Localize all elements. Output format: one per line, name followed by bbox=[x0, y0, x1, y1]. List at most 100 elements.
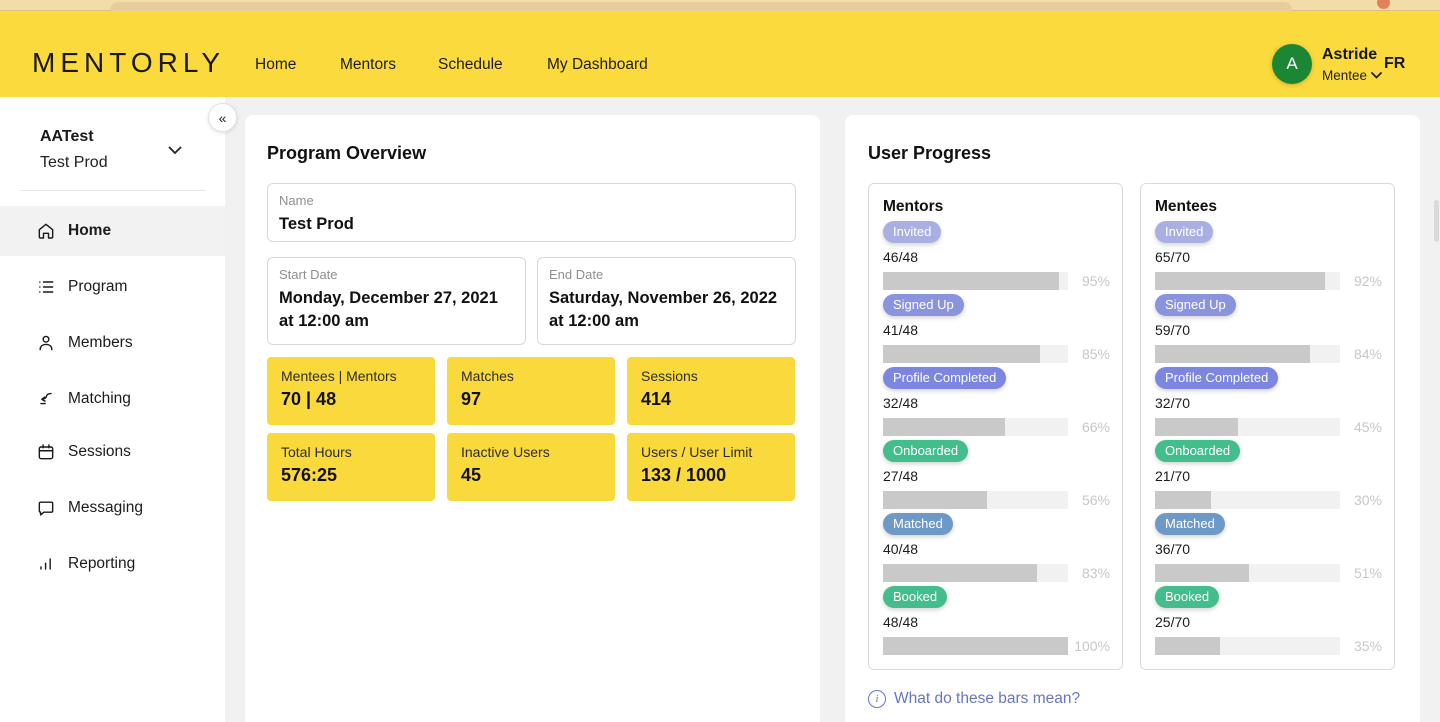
progress-bar-track bbox=[883, 272, 1068, 290]
progress-stage-profile-completed: Profile Completed 32/70 45% bbox=[1155, 367, 1382, 440]
stage-badge: Onboarded bbox=[1155, 440, 1240, 462]
sidebar-item-label: Program bbox=[68, 278, 127, 296]
stage-count: 21/70 bbox=[1155, 468, 1382, 484]
stage-percent: 35% bbox=[1354, 638, 1382, 654]
stage-count: 32/70 bbox=[1155, 395, 1382, 411]
stage-count: 46/48 bbox=[883, 249, 1110, 265]
bars-help-link[interactable]: i What do these bars mean? bbox=[868, 690, 1080, 708]
stat-inactive-users: Inactive Users 45 bbox=[447, 433, 615, 501]
stage-count: 41/48 bbox=[883, 322, 1110, 338]
stat-value: 133 / 1000 bbox=[641, 465, 781, 486]
stat-label: Mentees | Mentors bbox=[281, 368, 421, 384]
vertical-scrollbar-thumb[interactable] bbox=[1434, 200, 1439, 242]
sidebar-item-label: Reporting bbox=[68, 555, 135, 573]
info-icon: i bbox=[868, 690, 886, 708]
progress-bar-fill bbox=[883, 418, 1005, 436]
messaging-chat-icon bbox=[36, 498, 56, 518]
field-value: Test Prod bbox=[279, 213, 785, 236]
mentors-progress-group: Mentors Invited 46/48 95% Signed Up 41/4… bbox=[868, 183, 1123, 670]
stage-count: 36/70 bbox=[1155, 541, 1382, 557]
browser-favicon bbox=[1377, 0, 1390, 9]
progress-bar-fill bbox=[883, 272, 1059, 290]
sidebar-item-label: Home bbox=[68, 222, 111, 240]
stage-count: 32/48 bbox=[883, 395, 1110, 411]
matching-arrow-icon bbox=[36, 389, 56, 409]
progress-stage-onboarded: Onboarded 21/70 30% bbox=[1155, 440, 1382, 513]
nav-link-schedule[interactable]: Schedule bbox=[438, 56, 503, 74]
sidebar: AATest Test Prod Home Program bbox=[0, 97, 225, 722]
stat-value: 45 bbox=[461, 465, 601, 486]
progress-bar-fill bbox=[883, 637, 1068, 655]
sidebar-item-reporting[interactable]: Reporting bbox=[0, 539, 225, 589]
stat-user-limit: Users / User Limit 133 / 1000 bbox=[627, 433, 795, 501]
nav-link-mentors[interactable]: Mentors bbox=[340, 56, 396, 74]
avatar[interactable]: A bbox=[1272, 44, 1312, 84]
mentorly-logo[interactable]: MENTORLY bbox=[32, 47, 225, 79]
stage-badge: Onboarded bbox=[883, 440, 968, 462]
progress-bar-track bbox=[883, 345, 1068, 363]
progress-stage-invited: Invited 65/70 92% bbox=[1155, 221, 1382, 294]
sidebar-item-members[interactable]: Members bbox=[0, 318, 225, 368]
stage-percent: 95% bbox=[1082, 273, 1110, 289]
stat-value: 414 bbox=[641, 389, 781, 410]
stat-label: Sessions bbox=[641, 368, 781, 384]
sidebar-item-messaging[interactable]: Messaging bbox=[0, 483, 225, 533]
program-selector[interactable]: AATest Test Prod bbox=[0, 122, 225, 186]
field-value: Saturday, November 26, 2022 at 12:00 am bbox=[549, 287, 785, 333]
browser-tab-band bbox=[110, 2, 1292, 11]
field-label: End Date bbox=[549, 267, 603, 282]
stage-percent: 83% bbox=[1082, 565, 1110, 581]
progress-bar-fill bbox=[1155, 345, 1310, 363]
progress-bar-track bbox=[1155, 418, 1340, 436]
stage-badge: Booked bbox=[1155, 586, 1219, 608]
stage-count: 25/70 bbox=[1155, 614, 1382, 630]
stage-percent: 84% bbox=[1354, 346, 1382, 362]
group-title: Mentors bbox=[883, 198, 943, 216]
progress-bar-track bbox=[1155, 637, 1340, 655]
language-toggle[interactable]: FR bbox=[1384, 55, 1405, 73]
field-label: Name bbox=[279, 193, 314, 208]
field-value: Monday, December 27, 2021 at 12:00 am bbox=[279, 287, 515, 333]
reporting-bars-icon bbox=[36, 554, 56, 574]
stage-percent: 85% bbox=[1082, 346, 1110, 362]
stage-percent: 45% bbox=[1354, 419, 1382, 435]
browser-top-strip bbox=[0, 0, 1440, 11]
sidebar-item-home[interactable]: Home bbox=[0, 206, 225, 256]
mentees-progress-group: Mentees Invited 65/70 92% Signed Up 59/7… bbox=[1140, 183, 1395, 670]
progress-stage-matched: Matched 36/70 51% bbox=[1155, 513, 1382, 586]
nav-link-home[interactable]: Home bbox=[255, 56, 296, 74]
stage-badge: Invited bbox=[1155, 221, 1213, 243]
members-person-icon bbox=[36, 333, 56, 353]
user-name: Astride bbox=[1322, 46, 1377, 64]
role-dropdown[interactable]: Mentee bbox=[1322, 68, 1382, 83]
progress-bar-track bbox=[1155, 272, 1340, 290]
stage-count: 27/48 bbox=[883, 468, 1110, 484]
progress-bar-track bbox=[1155, 564, 1340, 582]
progress-bar-fill bbox=[883, 564, 1037, 582]
start-date-field: Start Date Monday, December 27, 2021 at … bbox=[267, 257, 526, 345]
stage-badge: Matched bbox=[883, 513, 953, 535]
stage-percent: 100% bbox=[1074, 638, 1110, 654]
sidebar-item-sessions[interactable]: Sessions bbox=[0, 427, 225, 477]
progress-bar-track bbox=[1155, 345, 1340, 363]
sidebar-item-label: Sessions bbox=[68, 443, 131, 461]
top-navbar: MENTORLY Home Mentors Schedule My Dashbo… bbox=[0, 11, 1440, 97]
sidebar-collapse-button[interactable]: « bbox=[208, 103, 237, 132]
progress-stage-booked: Booked 25/70 35% bbox=[1155, 586, 1382, 659]
sidebar-item-matching[interactable]: Matching bbox=[0, 374, 225, 424]
stat-label: Inactive Users bbox=[461, 444, 601, 460]
program-name-field: Name Test Prod bbox=[267, 183, 796, 242]
progress-stage-booked: Booked 48/48 100% bbox=[883, 586, 1110, 659]
program-overview-title: Program Overview bbox=[267, 143, 426, 164]
stage-badge: Profile Completed bbox=[1155, 367, 1278, 389]
sidebar-item-program[interactable]: Program bbox=[0, 262, 225, 312]
stage-badge: Booked bbox=[883, 586, 947, 608]
progress-bar-fill bbox=[1155, 564, 1249, 582]
stage-badge: Profile Completed bbox=[883, 367, 1006, 389]
stage-count: 40/48 bbox=[883, 541, 1110, 557]
progress-bar-track bbox=[883, 637, 1068, 655]
stage-percent: 66% bbox=[1082, 419, 1110, 435]
program-group-name: AATest bbox=[40, 128, 94, 146]
progress-bar-track bbox=[1155, 491, 1340, 509]
nav-link-my-dashboard[interactable]: My Dashboard bbox=[547, 56, 648, 74]
